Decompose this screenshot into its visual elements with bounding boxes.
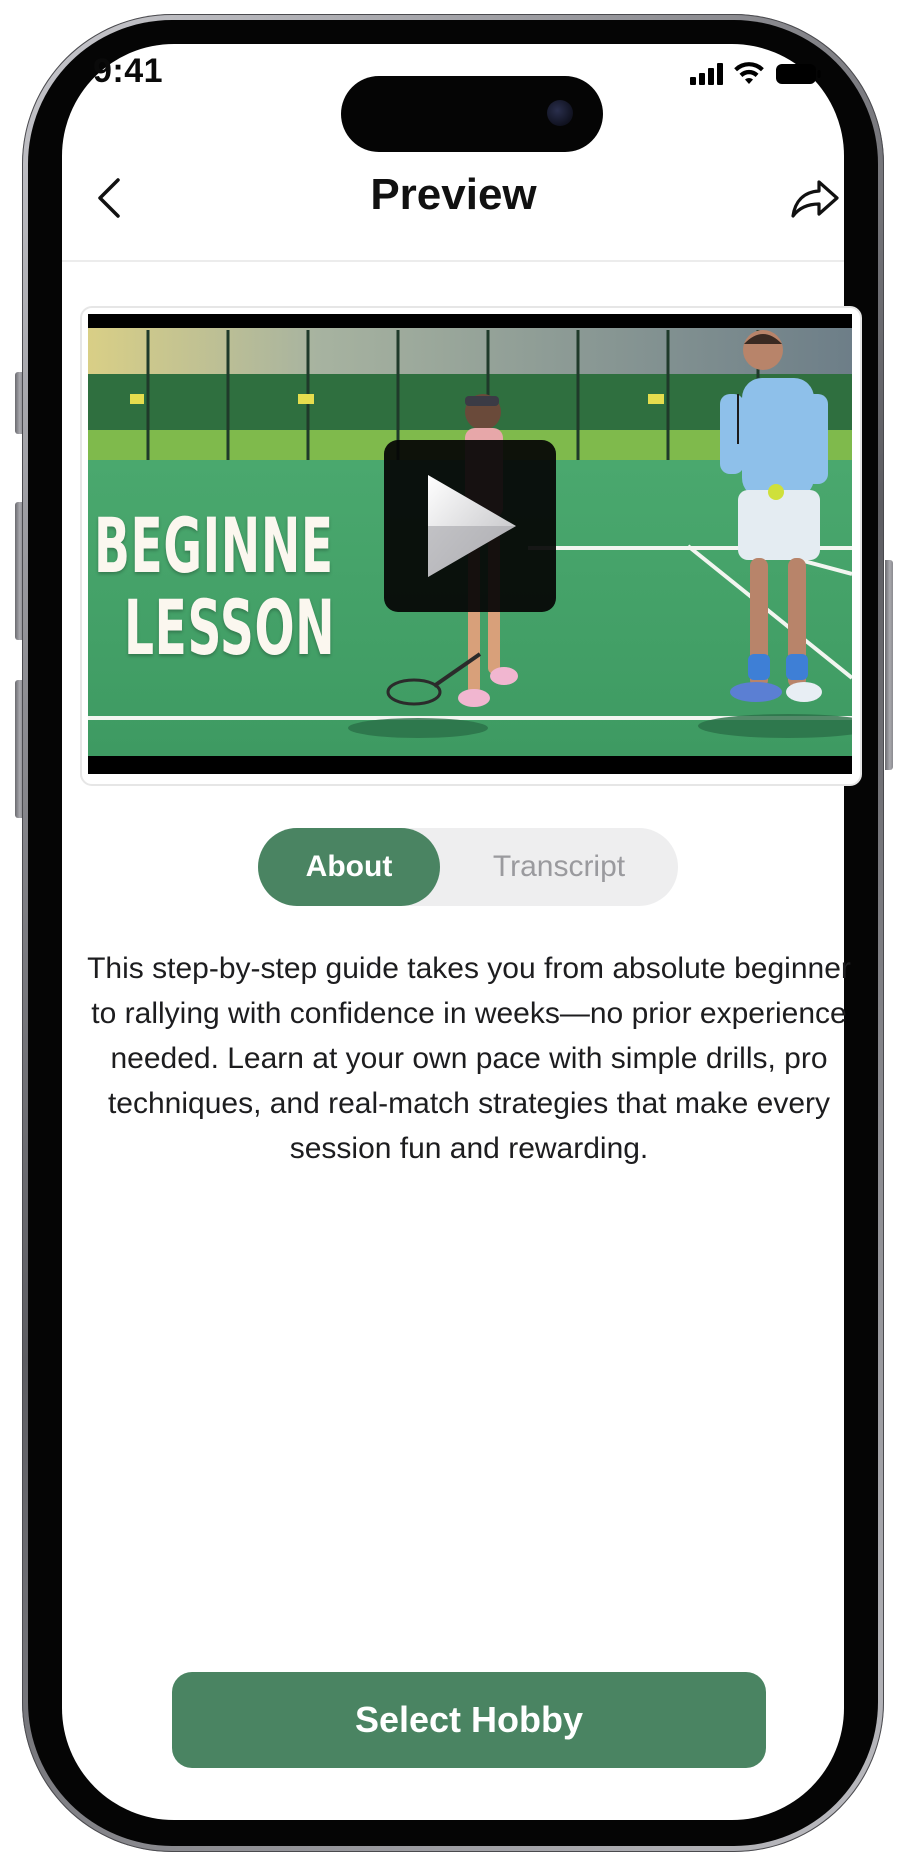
dynamic-island [341,76,603,152]
page-title: Preview [370,170,537,219]
battery-icon [776,64,821,84]
nav-divider [62,260,844,262]
tab-transcript[interactable]: Transcript [440,828,678,906]
share-button[interactable] [785,170,845,226]
play-button[interactable] [384,440,556,612]
cellular-signal-icon [690,63,723,85]
status-icons [690,62,821,86]
description-text: This step-by-step guide takes you from a… [87,952,851,1165]
play-icon [428,475,516,577]
thumbnail-title-line1: BEGINNE [94,501,334,590]
tab-about[interactable]: About [258,828,440,906]
wifi-icon [734,62,764,84]
share-arrow-icon [791,180,839,218]
status-time: 9:41 [93,52,164,90]
select-hobby-button[interactable]: Select Hobby [172,1672,766,1768]
power-button [885,560,893,770]
segmented-tabs: About Transcript [258,828,678,906]
front-camera-icon [547,100,573,126]
thumbnail-title-line2: LESSON [124,583,336,672]
